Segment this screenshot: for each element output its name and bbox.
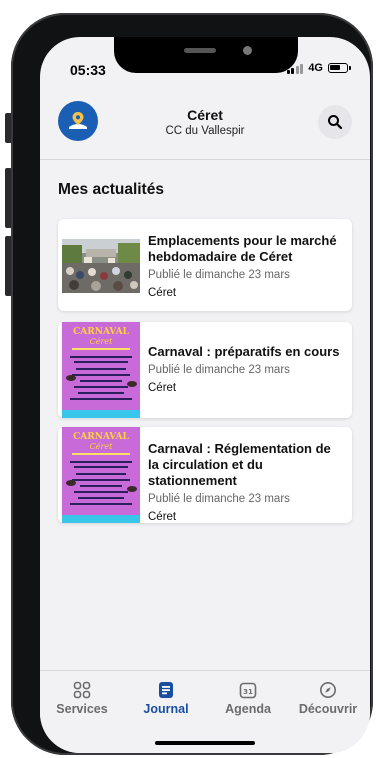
compass-icon [320, 682, 336, 698]
nav-item-services[interactable]: Services [42, 681, 122, 716]
news-card[interactable]: CARNAVAL Céret Carnaval : Réglementation… [58, 427, 352, 523]
search-button[interactable] [318, 105, 352, 139]
nav-label: Journal [143, 702, 189, 716]
svg-text:31: 31 [243, 688, 253, 696]
market-photo [62, 239, 140, 293]
news-card-content: Carnaval : préparatifs en cours Publié l… [148, 344, 344, 395]
phone-frame: 05:33 4G Céret CC du Vallespir Mes actua… [11, 13, 373, 755]
news-place: Céret [148, 287, 177, 299]
svg-text:CARNAVAL: CARNAVAL [73, 327, 129, 337]
svg-text:Céret: Céret [90, 442, 113, 451]
news-card[interactable]: Emplacements pour le marché hebdomadaire… [58, 219, 352, 311]
nav-label: Découvrir [298, 702, 358, 716]
news-card-content: Carnaval : Réglementation de la circulat… [148, 441, 344, 524]
grid-icon [73, 681, 91, 699]
news-title: Emplacements pour le marché hebdomadaire… [148, 233, 337, 264]
news-title: Carnaval : préparatifs en cours [148, 344, 340, 359]
news-card-content: Emplacements pour le marché hebdomadaire… [148, 233, 344, 300]
section-title: Mes actualités [58, 181, 164, 198]
search-icon [328, 115, 343, 130]
device-mockup: 05:33 4G Céret CC du Vallespir Mes actua… [0, 0, 382, 758]
notch [114, 37, 298, 73]
news-date: Publié le dimanche 23 mars [148, 269, 290, 281]
battery-icon [328, 63, 351, 73]
news-date: Publié le dimanche 23 mars [148, 493, 290, 505]
nav-label: Services [56, 702, 108, 716]
news-date: Publié le dimanche 23 mars [148, 364, 290, 376]
news-title: Carnaval : Réglementation de la circulat… [148, 441, 331, 488]
signal-icon [286, 63, 304, 74]
nav-item-journal[interactable]: Journal [126, 681, 206, 716]
app-screen: 05:33 4G Céret CC du Vallespir Mes actua… [40, 37, 370, 753]
carnaval-poster: CARNAVAL Céret [62, 322, 140, 418]
nav-label: Agenda [225, 702, 271, 716]
calendar-icon: 31 [239, 682, 257, 699]
bottom-navigation: Services Journal 31 Agenda Découvrir [40, 670, 370, 753]
home-indicator[interactable] [155, 741, 255, 745]
speaker-grille [184, 48, 216, 53]
nav-item-decouvrir[interactable]: Découvrir [288, 681, 368, 716]
journal-icon [159, 682, 173, 698]
svg-text:CARNAVAL: CARNAVAL [73, 432, 129, 442]
nav-item-agenda[interactable]: 31 Agenda [208, 681, 288, 716]
app-header: Céret CC du Vallespir [40, 87, 370, 159]
front-camera [243, 46, 252, 55]
news-place: Céret [148, 382, 177, 394]
news-place: Céret [148, 511, 177, 523]
status-indicators: 4G [286, 62, 351, 74]
carnaval-poster: CARNAVAL Céret [62, 427, 140, 523]
network-type: 4G [308, 62, 323, 74]
news-card[interactable]: CARNAVAL Céret Carnaval : préparatifs en… [58, 322, 352, 418]
status-time: 05:33 [70, 62, 106, 78]
header-divider [40, 159, 370, 160]
svg-text:Céret: Céret [90, 337, 113, 346]
